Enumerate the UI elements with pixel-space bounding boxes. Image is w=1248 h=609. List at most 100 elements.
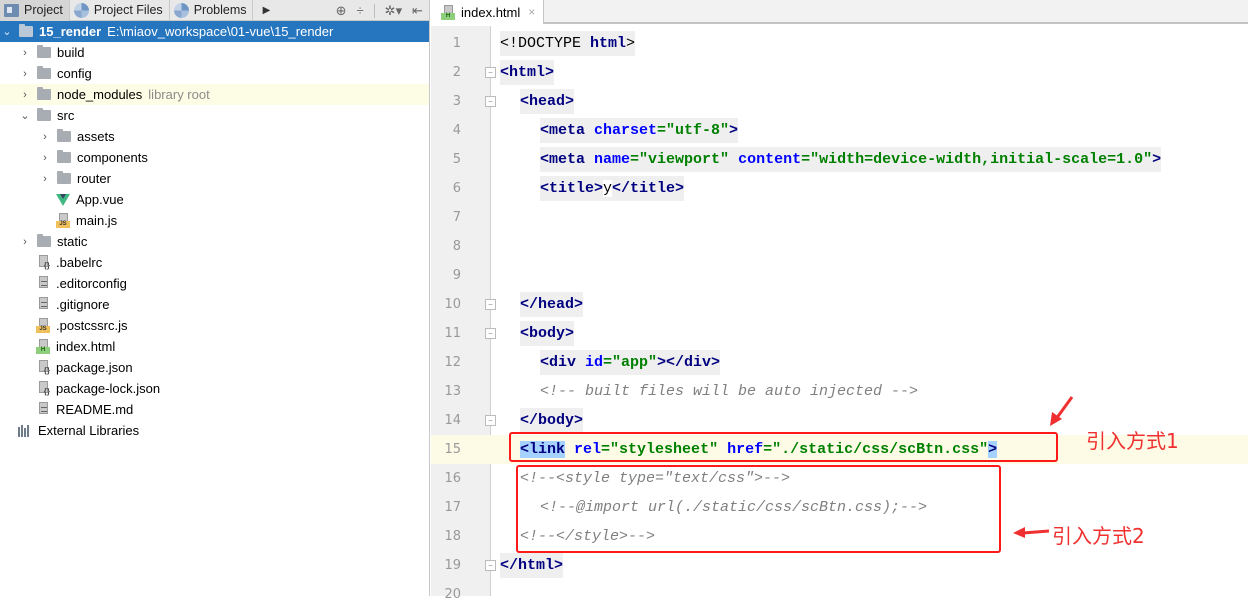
code-token: y	[603, 180, 613, 197]
tree-item-build[interactable]: › build	[0, 42, 429, 63]
tree-item-label: .gitignore	[56, 297, 110, 312]
code-token: >	[1152, 151, 1162, 168]
close-icon[interactable]: ×	[528, 5, 535, 19]
tree-item-label: index.html	[56, 339, 116, 354]
chevron-right-icon[interactable]: ›	[18, 84, 32, 105]
text-file-icon	[36, 297, 50, 312]
fold-marker-icon[interactable]: −	[485, 328, 496, 339]
code-line[interactable]: 20	[431, 580, 1248, 609]
tree-item-editorconfig[interactable]: .editorconfig	[0, 273, 429, 294]
tab-project-files[interactable]: Project Files	[70, 0, 170, 21]
tree-item-app-vue[interactable]: App.vue	[0, 189, 429, 210]
code-line[interactable]: 12 <div id="app"></div>	[431, 348, 1248, 377]
line-number: 2	[452, 65, 461, 80]
folder-icon	[37, 234, 51, 247]
folder-icon	[19, 24, 33, 37]
tree-item-readme[interactable]: README.md	[0, 399, 429, 420]
tree-item-label: External Libraries	[38, 423, 140, 438]
tree-item-label: build	[57, 45, 85, 60]
code-token: >	[729, 122, 739, 139]
tree-item-postcssrc[interactable]: JS .postcssrc.js	[0, 315, 429, 336]
code-line[interactable]: 6 <title>y</title>	[431, 174, 1248, 203]
tree-item-external-libraries[interactable]: External Libraries	[0, 420, 429, 441]
tree-item-label: App.vue	[76, 192, 124, 207]
tree-item-label: README.md	[56, 402, 134, 417]
code-line[interactable]: 19 − </html>	[431, 551, 1248, 580]
chevron-down-icon[interactable]: ⌄	[0, 21, 14, 42]
code-text: </html>	[500, 553, 564, 578]
tree-item-assets[interactable]: › assets	[0, 126, 429, 147]
tree-item-static[interactable]: › static	[0, 231, 429, 252]
tab-problems[interactable]: Problems	[170, 0, 254, 21]
folder-icon	[37, 45, 51, 58]
html-file-icon: H	[441, 4, 455, 20]
chevron-right-icon[interactable]: ›	[18, 42, 32, 63]
toolbar-separator	[373, 3, 375, 18]
gear-dropdown-icon[interactable]: ✲▾	[385, 3, 402, 19]
chevron-right-icon[interactable]: ›	[38, 147, 52, 168]
line-number: 14	[444, 413, 461, 428]
tree-item-index-html[interactable]: H index.html	[0, 336, 429, 357]
code-token: ="utf-8"	[657, 122, 730, 139]
chevron-right-icon[interactable]: ›	[38, 168, 52, 189]
code-line[interactable]: 10 − </head>	[431, 290, 1248, 319]
project-icon	[4, 3, 19, 17]
code-line[interactable]: 2 − <html>	[431, 58, 1248, 87]
tab-label: Problems	[193, 3, 247, 17]
hide-panel-icon[interactable]: ⇤	[412, 3, 423, 19]
code-line[interactable]: 4 <meta charset="utf-8">	[431, 116, 1248, 145]
folder-icon	[37, 66, 51, 79]
fold-marker-icon[interactable]: −	[485, 67, 496, 78]
code-line[interactable]: 11 − <body>	[431, 319, 1248, 348]
code-text: <title>y</title>	[540, 176, 685, 201]
locate-icon[interactable]: ⊕	[336, 3, 347, 19]
tree-item-config[interactable]: › config	[0, 63, 429, 84]
editor-tab-index-html[interactable]: H index.html ×	[431, 0, 545, 24]
fold-marker-icon[interactable]: −	[485, 96, 496, 107]
tab-project[interactable]: Project	[0, 0, 70, 21]
collapse-icon[interactable]: ÷	[357, 3, 364, 18]
tab-label: Project	[24, 3, 63, 17]
code-line[interactable]: 8	[431, 232, 1248, 261]
fold-marker-icon[interactable]: −	[485, 415, 496, 426]
tree-item-components[interactable]: › components	[0, 147, 429, 168]
line-number: 20	[444, 587, 461, 602]
annotation-method1: 引入方式1	[1086, 429, 1179, 453]
tree-item-main-js[interactable]: JS main.js	[0, 210, 429, 231]
tree-item-label: .editorconfig	[56, 276, 127, 291]
code-token: <meta	[540, 122, 595, 139]
tree-item-label: .babelrc	[56, 255, 103, 270]
tree-item-label: assets	[77, 129, 115, 144]
code-text: <html>	[500, 60, 555, 85]
code-line[interactable]: 13 <!-- built files will be auto injected…	[431, 377, 1248, 406]
line-number: 15	[444, 442, 461, 457]
chevron-right-icon[interactable]: ›	[38, 126, 52, 147]
chevron-down-icon[interactable]: ⌄	[18, 105, 32, 126]
tree-item-src[interactable]: ⌄ src	[0, 105, 429, 126]
line-number: 6	[452, 181, 461, 196]
code-line[interactable]: 3 − <head>	[431, 87, 1248, 116]
tree-item-label: src	[57, 108, 75, 123]
tree-item-babelrc[interactable]: {} .babelrc	[0, 252, 429, 273]
code-line[interactable]: 5 <meta name="viewport" content="width=de…	[431, 145, 1248, 174]
line-number: 13	[444, 384, 461, 399]
play-right-icon[interactable]: ▶	[259, 0, 273, 21]
code-text: </body>	[520, 408, 584, 433]
fold-marker-icon[interactable]: −	[485, 560, 496, 571]
tree-item-router[interactable]: › router	[0, 168, 429, 189]
code-line[interactable]: 7	[431, 203, 1248, 232]
tree-item-package-lock-json[interactable]: {} package-lock.json	[0, 378, 429, 399]
chevron-right-icon[interactable]: ›	[18, 231, 32, 252]
code-token: content	[738, 151, 802, 168]
chevron-right-icon[interactable]: ›	[18, 63, 32, 84]
tree-item-root[interactable]: ⌄ 15_render E:\miaov_workspace\01-vue\15…	[0, 21, 429, 42]
tree-item-package-json[interactable]: {} package.json	[0, 357, 429, 378]
code-line[interactable]: 9	[431, 261, 1248, 290]
fold-marker-icon[interactable]: −	[485, 299, 496, 310]
code-line[interactable]: 1 <!DOCTYPE html>	[431, 29, 1248, 58]
line-number: 18	[444, 529, 461, 544]
tree-item-gitignore[interactable]: .gitignore	[0, 294, 429, 315]
code-token: </body>	[520, 412, 584, 429]
tree-item-node-modules[interactable]: › node_modules library root	[0, 84, 429, 105]
code-token: ="app"	[603, 354, 658, 371]
